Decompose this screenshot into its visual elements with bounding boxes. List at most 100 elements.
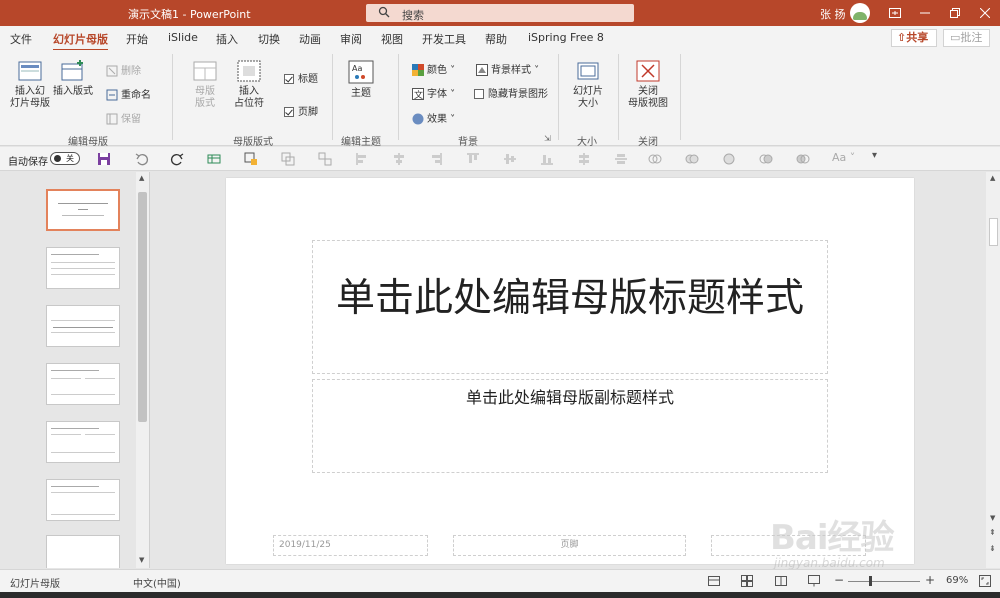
effects-dropdown[interactable]: 效果 ˅ [412,110,455,125]
zoom-in-icon[interactable]: + [925,573,935,587]
slide-sorter-icon[interactable] [741,575,753,587]
title-checkbox-box[interactable] [284,74,294,84]
delete-button[interactable]: 删除 [106,62,141,77]
themes-button[interactable]: Aa 主题 [344,60,378,100]
avatar[interactable] [850,3,870,23]
background-styles-dropdown[interactable]: 背景样式 ˅ [476,61,539,76]
ribbon-display-icon[interactable] [884,4,906,22]
save-icon[interactable] [97,152,111,166]
align-middle-icon[interactable] [503,152,517,166]
tab-review[interactable]: 审阅 [340,31,362,47]
title-placeholder[interactable]: 单击此处编辑母版标题样式 [312,240,828,374]
tab-islide[interactable]: iSlide [168,31,198,44]
close-master-view-button[interactable]: 关闭 母版视图 [626,60,670,110]
slide-size-button[interactable]: 幻灯片 大小 [566,60,610,110]
dialog-launcher-icon[interactable]: ⇲ [544,134,551,143]
shape-fragment-icon[interactable] [722,152,736,166]
normal-view-icon[interactable] [708,575,720,587]
tab-help[interactable]: 帮助 [485,31,507,47]
align-center-icon[interactable] [392,152,406,166]
distribute-vertical-icon[interactable] [614,152,628,166]
align-right-icon[interactable] [429,152,443,166]
font-size-icon[interactable]: Aa ˅ [832,151,856,165]
colors-dropdown[interactable]: 颜色 ˅ [412,61,455,76]
slide-scroll-thumb[interactable] [989,218,998,246]
table-icon[interactable] [207,152,221,166]
insert-slide-master-button[interactable]: 插入幻 灯片母版 [8,60,52,110]
fonts-dropdown[interactable]: 文字体 ˅ [412,85,455,100]
scroll-up-icon[interactable]: ▲ [990,174,995,182]
thumbnail-layout[interactable] [46,479,120,521]
zoom-slider-thumb[interactable] [869,576,872,586]
thumbnail-scroll-thumb[interactable] [138,192,147,422]
undo-icon[interactable] [135,152,149,166]
tab-file[interactable]: 文件 [10,31,32,47]
subtitle-placeholder-text[interactable]: 单击此处编辑母版副标题样式 [313,384,827,408]
distribute-icon[interactable] [577,152,591,166]
slide-scrollbar[interactable]: ▲ ▼ ⇞ ⇟ [986,172,1000,568]
share-button[interactable]: ⇧共享 [891,29,937,47]
rename-button[interactable]: 重命名 [106,86,151,101]
status-language[interactable]: 中文(中国) [133,575,181,590]
footer-checkbox[interactable]: 页脚 [284,103,318,118]
master-layout-button[interactable]: 母版 版式 [186,60,224,110]
footer-checkbox-box[interactable] [284,107,294,117]
redo-icon[interactable] [170,152,184,166]
zoom-out-icon[interactable]: − [834,573,844,587]
thumbnail-layout[interactable] [46,421,120,463]
subtitle-placeholder[interactable]: 单击此处编辑母版副标题样式 [312,379,828,473]
user-name[interactable]: 张 扬 [820,6,846,22]
select-shape-icon[interactable] [244,152,258,166]
scroll-down-icon[interactable]: ▼ [990,514,995,522]
preserve-icon [106,113,118,125]
tab-insert[interactable]: 插入 [216,31,238,47]
tab-view[interactable]: 视图 [381,31,403,47]
tab-developer[interactable]: 开发工具 [422,31,466,47]
zoom-slider[interactable] [848,581,920,582]
title-checkbox[interactable]: 标题 [284,70,318,85]
hide-background-checkbox-box[interactable] [474,89,484,99]
align-bottom-icon[interactable] [540,152,554,166]
thumbnail-layout[interactable] [46,535,120,568]
minimize-icon[interactable] [914,4,936,22]
zoom-level[interactable]: 69% [946,575,968,586]
tab-home[interactable]: 开始 [126,31,148,47]
scroll-up-icon[interactable]: ▲ [139,174,144,182]
footer-placeholder[interactable]: 页脚 [453,535,686,556]
insert-layout-button[interactable]: 插入版式 [52,60,94,98]
previous-slide-icon[interactable]: ⇞ [989,528,996,537]
thumbnail-layout[interactable] [46,363,120,405]
autosave-toggle[interactable]: 关 [50,152,80,165]
customize-toolbar-icon[interactable]: ▾ [872,150,886,164]
shape-subtract-icon[interactable] [796,152,810,166]
hide-background-checkbox[interactable]: 隐藏背景图形 [474,85,548,100]
thumbnail-master[interactable] [46,189,120,231]
shape-union-icon[interactable] [648,152,662,166]
search-box[interactable]: 搜索 [366,4,634,22]
thumbnail-layout[interactable] [46,247,120,289]
shape-combine-icon[interactable] [685,152,699,166]
align-left-icon[interactable] [355,152,369,166]
title-placeholder-text[interactable]: 单击此处编辑母版标题样式 [313,277,827,321]
insert-placeholder-button[interactable]: 插入 占位符 [228,60,270,110]
tab-ispring[interactable]: iSpring Free 8 [528,31,604,44]
slideshow-icon[interactable] [808,575,820,587]
date-placeholder[interactable]: 2019/11/25 [273,535,428,556]
comments-button[interactable]: ▭批注 [943,29,990,47]
scroll-down-icon[interactable]: ▼ [139,556,144,564]
shape-intersect-icon[interactable] [759,152,773,166]
close-icon[interactable] [974,4,996,22]
next-slide-icon[interactable]: ⇟ [989,544,996,553]
tab-transitions[interactable]: 切换 [258,31,280,47]
restore-icon[interactable] [944,4,966,22]
preserve-button[interactable]: 保留 [106,110,141,125]
ungroup-icon[interactable] [318,152,332,166]
group-icon[interactable] [281,152,295,166]
tab-animations[interactable]: 动画 [299,31,321,47]
align-top-icon[interactable] [466,152,480,166]
tab-slide-master[interactable]: 幻灯片母版 [53,31,108,51]
fit-to-window-icon[interactable] [979,575,991,587]
thumbnail-scrollbar[interactable]: ▲ ▼ [136,172,149,568]
reading-view-icon[interactable] [775,575,787,587]
thumbnail-layout[interactable] [46,305,120,347]
